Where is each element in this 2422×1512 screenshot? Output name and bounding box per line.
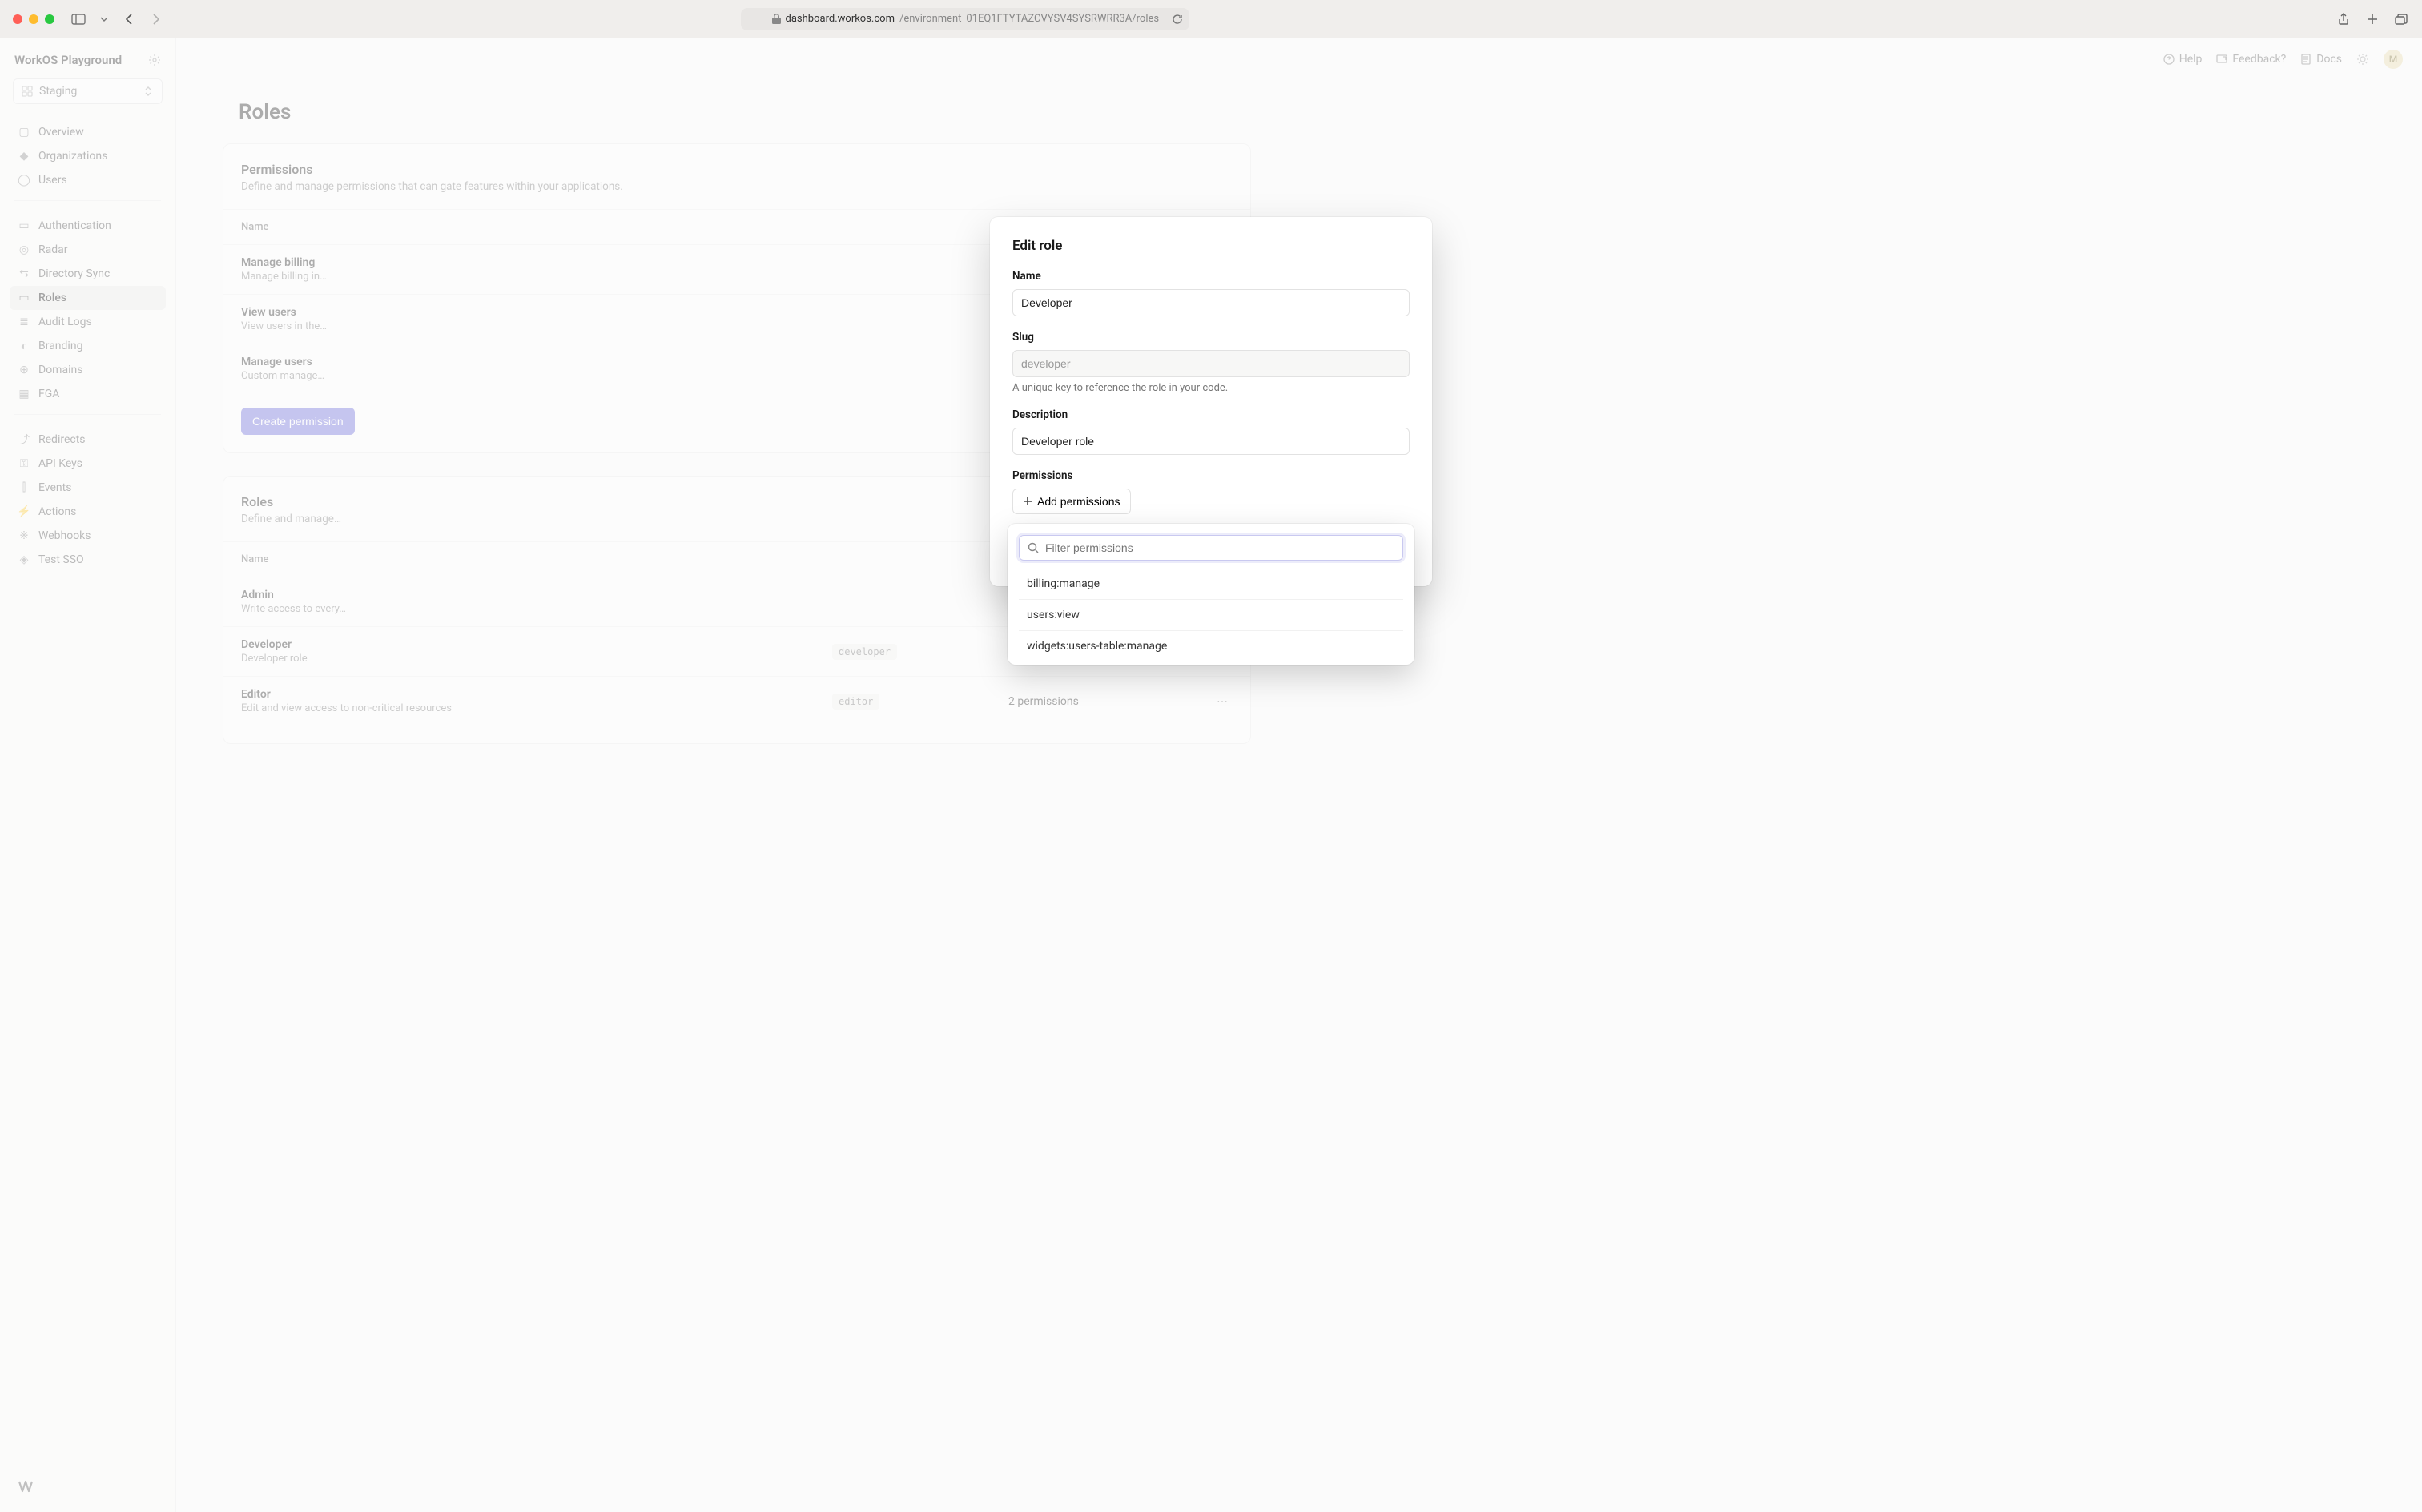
reload-icon[interactable] — [1172, 14, 1183, 25]
filter-permissions-input-wrap[interactable] — [1019, 535, 1403, 561]
fullscreen-window-button[interactable] — [45, 14, 54, 24]
new-tab-icon[interactable] — [2364, 11, 2380, 27]
share-icon[interactable] — [2336, 11, 2352, 27]
browser-toolbar: dashboard.workos.com/environment_01EQ1FT… — [0, 0, 2422, 38]
permission-option[interactable]: widgets:users-table:manage — [1019, 630, 1403, 662]
name-input[interactable] — [1012, 289, 1410, 316]
plus-icon — [1023, 497, 1032, 506]
lock-icon — [772, 14, 781, 24]
url-path: /environment_01EQ1FTYTAZCVYSV4SYSRWRR3A/… — [899, 13, 1159, 25]
forward-button[interactable] — [147, 11, 163, 27]
back-button[interactable] — [122, 11, 138, 27]
search-icon — [1028, 542, 1039, 553]
permission-option[interactable]: users:view — [1019, 599, 1403, 630]
description-label: Description — [1012, 408, 1410, 421]
minimize-window-button[interactable] — [29, 14, 38, 24]
url-host: dashboard.workos.com — [786, 13, 895, 25]
close-window-button[interactable] — [13, 14, 22, 24]
slug-label: Slug — [1012, 331, 1410, 344]
permission-option[interactable]: billing:manage — [1019, 569, 1403, 599]
tabs-icon[interactable] — [2393, 11, 2409, 27]
chevron-down-icon[interactable] — [96, 11, 112, 27]
modal-title: Edit role — [1012, 238, 1410, 254]
sidebar-toggle-icon[interactable] — [70, 11, 86, 27]
permissions-label: Permissions — [1012, 469, 1410, 482]
permissions-popover: billing:manage users:view widgets:users-… — [1008, 524, 1414, 665]
add-permissions-button[interactable]: Add permissions — [1012, 489, 1131, 514]
window-controls — [13, 14, 54, 24]
name-label: Name — [1012, 270, 1410, 283]
description-input[interactable] — [1012, 428, 1410, 455]
filter-permissions-input[interactable] — [1045, 541, 1394, 554]
slug-input — [1012, 350, 1410, 377]
address-bar[interactable]: dashboard.workos.com/environment_01EQ1FT… — [741, 8, 1189, 30]
slug-help: A unique key to reference the role in yo… — [1012, 382, 1410, 394]
